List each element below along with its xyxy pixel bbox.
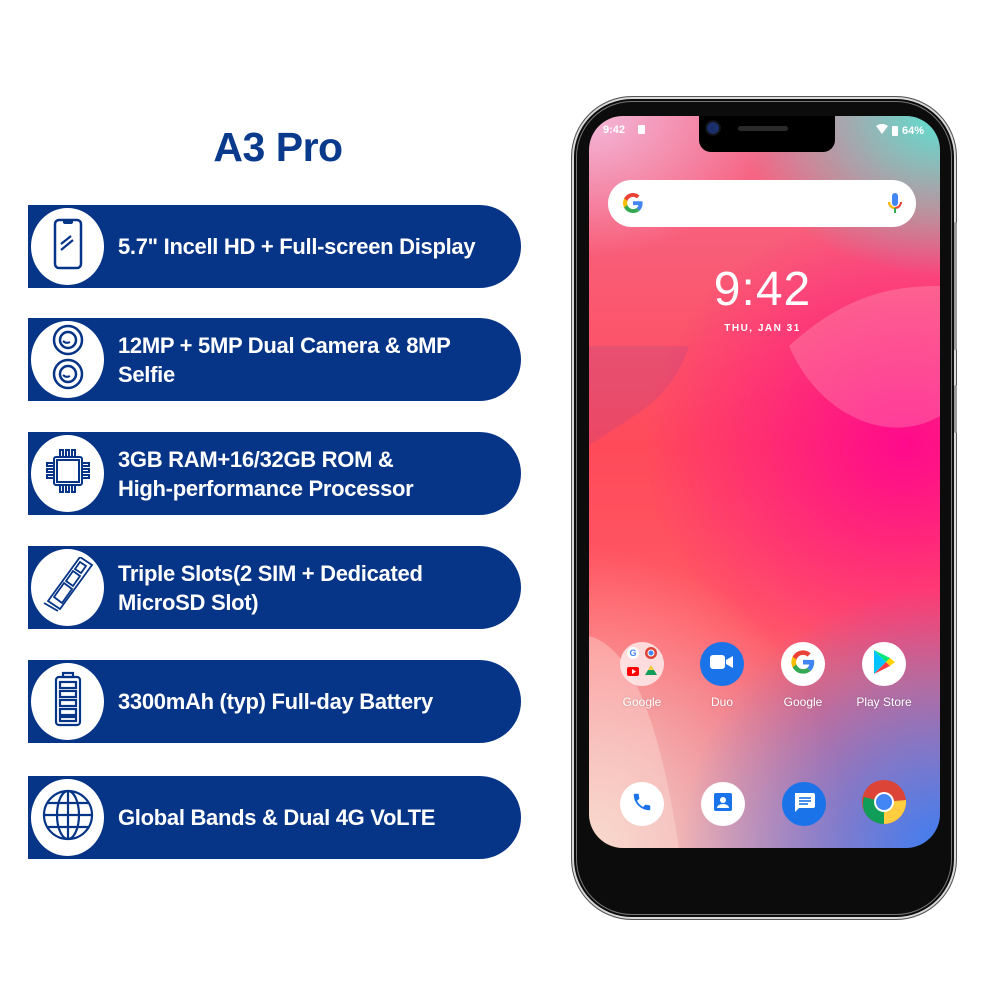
app-label: Google — [783, 695, 823, 709]
dock-chrome[interactable] — [862, 779, 907, 829]
status-bar-left: 9:42 — [603, 124, 646, 136]
notification-icon — [638, 125, 646, 134]
display-notch — [699, 116, 835, 152]
earpiece-speaker — [738, 126, 788, 131]
google-g-icon — [621, 191, 645, 220]
app-label: Google — [622, 695, 662, 709]
feature-network: Global Bands & Dual 4G VoLTE — [28, 776, 521, 859]
dock-messages[interactable] — [782, 782, 826, 826]
dock-contacts[interactable] — [701, 782, 745, 826]
play-store-icon — [872, 649, 896, 680]
app-play-store[interactable]: Play Store — [844, 642, 924, 709]
phone-icon — [631, 791, 653, 818]
feature-text-line1: 12MP + 5MP Dual Camera & 8MP — [118, 332, 451, 358]
chrome-icon — [862, 779, 907, 829]
app-label: Play Store — [856, 695, 912, 709]
battery-icon — [53, 671, 83, 732]
lockscreen-clock: 9:42 — [713, 263, 812, 316]
feature-camera: 12MP + 5MP Dual Camera & 8MP Selfie — [28, 318, 521, 401]
battery-percent: 64% — [901, 124, 924, 137]
dual-camera-icon — [51, 324, 85, 395]
processor-chip-icon — [42, 445, 94, 502]
google-search-bar[interactable] — [608, 180, 916, 227]
battery-status-icon — [891, 125, 898, 136]
google-icon — [789, 648, 817, 681]
feature-memory: 3GB RAM+16/32GB ROM & High-performance Pr… — [28, 432, 521, 515]
contacts-icon — [712, 791, 734, 818]
feature-display: 5.7" Incell HD + Full-screen Display — [28, 205, 521, 288]
product-title: A3 Pro — [213, 124, 343, 170]
feature-slots: Triple Slots(2 SIM + Dedicated MicroSD Sl… — [28, 546, 521, 629]
app-google-folder[interactable]: G Google — [602, 642, 682, 709]
feature-text: 5.7" Incell HD + Full-screen Display — [118, 234, 476, 259]
status-bar-right: 64% — [875, 124, 924, 137]
svg-text:G: G — [629, 648, 636, 658]
app-google[interactable]: Google — [763, 642, 843, 709]
feature-text: 3300mAh (typ) Full-day Battery — [118, 689, 433, 714]
messages-icon — [792, 791, 816, 818]
sim-tray-icon — [40, 555, 96, 618]
power-button — [954, 385, 957, 433]
smartphone-icon — [53, 218, 83, 275]
wifi-icon — [875, 124, 888, 137]
status-time: 9:42 — [603, 124, 626, 136]
app-label: Duo — [710, 695, 733, 709]
feature-text-line2: MicroSD Slot) — [118, 589, 259, 615]
microphone-icon[interactable] — [888, 192, 902, 221]
dock-phone[interactable] — [620, 782, 664, 826]
google-folder-icon: G — [624, 644, 660, 685]
feature-text-line2: High-performance Processor — [118, 475, 414, 501]
globe-icon — [41, 788, 95, 847]
feature-battery: 3300mAh (typ) Full-day Battery — [28, 660, 521, 743]
feature-text-line1: Triple Slots(2 SIM + Dedicated — [118, 560, 423, 586]
duo-icon — [710, 654, 734, 675]
feature-text: Global Bands & Dual 4G VoLTE — [118, 805, 436, 830]
feature-text-line1: 3GB RAM+16/32GB ROM & — [118, 446, 394, 472]
volume-button — [954, 222, 957, 350]
lockscreen-date: THU, JAN 31 — [724, 323, 801, 334]
feature-text-line2: Selfie — [118, 361, 175, 387]
front-camera — [707, 122, 719, 134]
app-duo[interactable]: Duo — [682, 642, 762, 709]
